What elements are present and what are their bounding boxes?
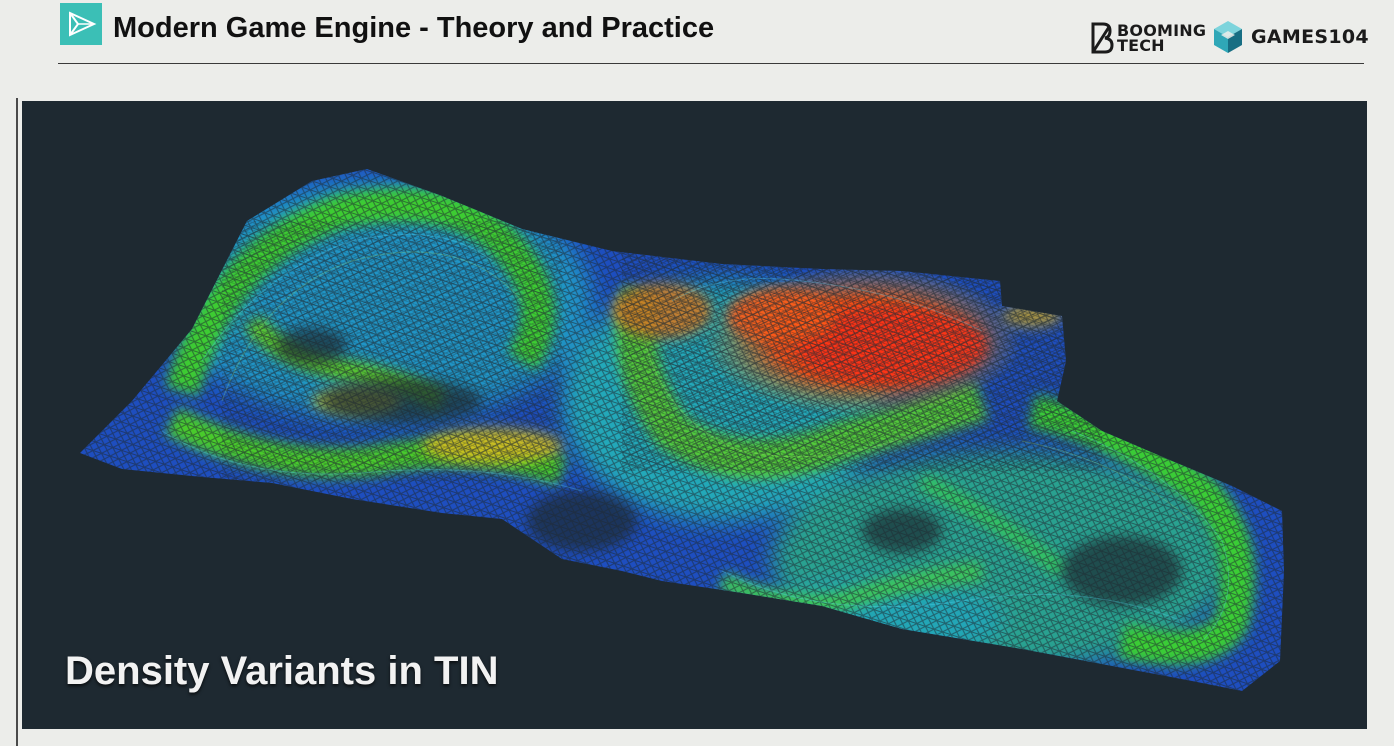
booming-tech-logo: BOOMING TECH [1090, 20, 1206, 56]
games104-logo: GAMES104 [1212, 18, 1369, 56]
games104-cube-icon [1214, 21, 1242, 53]
slide-figure-panel: Density Variants in TIN [22, 101, 1367, 729]
slide-header: Modern Game Engine - Theory and Practice… [0, 0, 1394, 68]
page-title: Modern Game Engine - Theory and Practice [113, 12, 715, 44]
games104-brand-label: GAMES104 [1251, 26, 1369, 48]
slide-caption: Density Variants in TIN [65, 649, 499, 693]
booming-brand-line2: TECH [1117, 36, 1165, 55]
play-triangle-icon [60, 3, 102, 45]
header-divider [58, 63, 1364, 64]
tin-wireframe-terrain-image [80, 169, 1284, 691]
booming-tech-icon [1091, 22, 1114, 54]
left-border-line [16, 98, 18, 746]
